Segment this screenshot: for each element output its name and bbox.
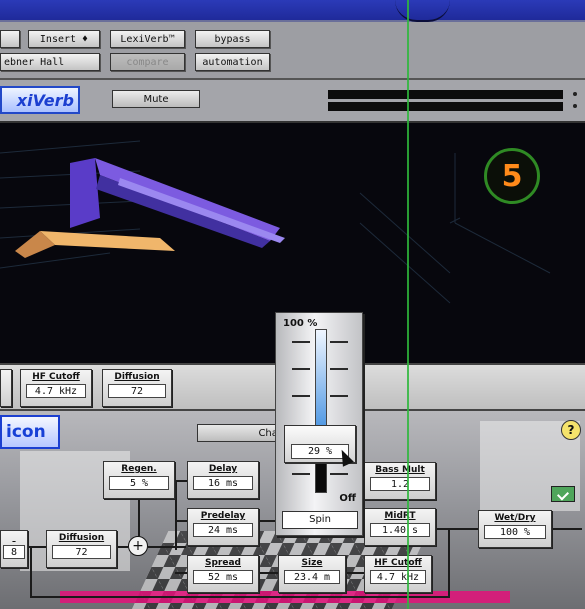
slider-tick — [292, 395, 310, 397]
meter-clip-dot — [573, 92, 577, 96]
spread-label: Spread — [205, 558, 241, 568]
slider-track[interactable] — [315, 329, 327, 439]
slider-tick — [330, 395, 348, 397]
meter-clip-dot — [573, 104, 577, 108]
mid-rt-value: 1.40 s — [370, 523, 430, 537]
sum-node-icon: + — [128, 536, 148, 556]
input-stub-control[interactable]: 8 — [0, 530, 28, 568]
regen-value: 5 % — [109, 476, 169, 490]
spread-node[interactable]: Spread 52 ms — [187, 555, 259, 593]
slider-tick — [330, 368, 348, 370]
window-title-strip — [0, 0, 585, 22]
diffusion-label: Diffusion — [114, 372, 160, 382]
spread-value: 52 ms — [193, 570, 253, 584]
wet-dry-node[interactable]: Wet/Dry 100 % — [478, 510, 552, 548]
signal-wire — [138, 498, 140, 536]
toolbar-edge-button[interactable] — [0, 30, 20, 48]
signal-wire — [175, 520, 187, 522]
diffusion-node-value: 72 — [52, 545, 111, 559]
preset-name-field[interactable]: ebner Hall — [0, 53, 100, 71]
delay-label: Delay — [208, 464, 238, 474]
bass-mult-value: 1.2 — [370, 477, 430, 491]
signal-wire — [175, 572, 187, 574]
hf-cutoff-node[interactable]: HF Cutoff 4.7 kHz — [364, 555, 432, 593]
bypass-button[interactable]: bypass — [195, 30, 270, 48]
slider-tick — [292, 368, 310, 370]
regen-label: Regen. — [121, 464, 157, 474]
hf-cutoff-label: HF Cutoff — [32, 372, 80, 382]
hf-cutoff-node-value: 4.7 kHz — [370, 570, 426, 584]
diffusion-control[interactable]: Diffusion 72 — [102, 369, 172, 407]
input-stub-value: 8 — [3, 545, 25, 559]
output-enable-icon[interactable] — [551, 486, 575, 502]
wet-dry-label: Wet/Dry — [494, 513, 536, 523]
size-label: Size — [301, 558, 323, 568]
signal-wire — [30, 596, 450, 598]
delay-node[interactable]: Delay 16 ms — [187, 461, 259, 499]
size-slider-popup: 100 % 29 % Off Spin — [275, 312, 363, 536]
slider-tick — [292, 341, 310, 343]
signal-wire — [30, 546, 32, 598]
guide-line — [407, 0, 409, 609]
plugin-header: xiVerb Mute — [0, 80, 585, 123]
slider-track-lower[interactable] — [315, 463, 327, 493]
signal-wire — [175, 480, 187, 482]
strip-edge-control[interactable] — [0, 369, 12, 407]
signal-wire — [448, 528, 450, 598]
lexicon-logo: icon — [0, 415, 60, 449]
hf-cutoff-control[interactable]: HF Cutoff 4.7 kHz — [20, 369, 92, 407]
size-node[interactable]: Size 23.4 m — [278, 555, 346, 593]
predelay-value: 24 ms — [193, 523, 253, 537]
signal-wire — [175, 480, 177, 550]
slider-tick — [330, 341, 348, 343]
signal-wire — [148, 546, 186, 548]
signal-wire — [346, 572, 364, 574]
predelay-node[interactable]: Predelay 24 ms — [187, 508, 259, 546]
signal-wire — [260, 520, 275, 522]
compare-button[interactable]: compare — [110, 53, 185, 71]
slider-off-label: Off — [339, 493, 356, 504]
hf-cutoff-node-label: HF Cutoff — [374, 558, 422, 568]
delay-value: 16 ms — [193, 476, 253, 490]
plugin-select-button[interactable]: LexiVerb™ — [110, 30, 185, 48]
slider-tick — [330, 473, 348, 475]
signal-wire — [258, 572, 278, 574]
output-meter-left — [328, 90, 563, 99]
hf-cutoff-value: 4.7 kHz — [26, 384, 86, 398]
slider-mode-field[interactable]: Spin — [282, 511, 358, 529]
step-number-badge: 5 — [484, 148, 540, 204]
input-stub-label — [1, 531, 27, 545]
slider-max-label: 100 % — [283, 318, 318, 329]
signal-wire — [432, 528, 478, 530]
mid-rt-label: MidRT — [384, 511, 416, 521]
regen-node[interactable]: Regen. 5 % — [103, 461, 175, 499]
diffusion-value: 72 — [108, 384, 166, 398]
bass-mult-label: Bass Mult — [375, 465, 425, 475]
size-value: 23.4 m — [284, 570, 340, 584]
window-notch — [395, 0, 450, 22]
signal-wire — [552, 528, 582, 530]
mid-rt-node[interactable]: MidRT 1.40 s — [364, 508, 436, 546]
predelay-label: Predelay — [200, 511, 246, 521]
character-tab[interactable]: Char — [197, 424, 287, 442]
lexiverb-logo: xiVerb — [0, 86, 80, 114]
diffusion-node[interactable]: Diffusion 72 — [46, 530, 117, 568]
signal-wire — [117, 546, 128, 548]
diffusion-node-label: Diffusion — [58, 533, 105, 543]
wet-dry-value: 100 % — [484, 525, 546, 539]
bass-mult-node[interactable]: Bass Mult 1.2 — [364, 462, 436, 500]
slider-tick — [292, 473, 310, 475]
insert-button[interactable]: Insert ♦ — [28, 30, 100, 48]
automation-button[interactable]: automation — [195, 53, 270, 71]
help-icon[interactable]: ? — [561, 420, 581, 440]
mute-button[interactable]: Mute — [112, 90, 200, 108]
insert-toolbar: Insert ♦ LexiVerb™ bypass ebner Hall com… — [0, 22, 585, 80]
output-meter-right — [328, 102, 563, 111]
